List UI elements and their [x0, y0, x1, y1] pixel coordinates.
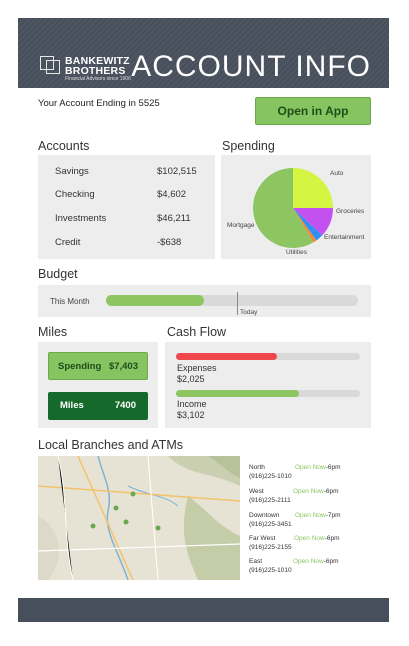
branch-name: East: [249, 558, 263, 565]
account-value-credit: -$638: [157, 237, 182, 248]
closing-time: -7pm: [325, 512, 341, 519]
branch-downtown-hours: Open Now-7pm: [295, 511, 341, 520]
expenses-label: Expenses: [177, 363, 217, 373]
branch-west[interactable]: West (916)225-2111: [249, 487, 291, 505]
branch-far-west-hours: Open Now-6pm: [294, 534, 340, 543]
open-status: Open Now: [294, 535, 325, 542]
expenses-value: $2,025: [177, 374, 205, 384]
today-marker: [237, 292, 238, 315]
pie-slice-auto: [293, 168, 333, 208]
branch-north[interactable]: North (916)225-1010: [249, 463, 292, 481]
account-value-investments: $46,211: [157, 213, 191, 224]
budget-title: Budget: [38, 267, 78, 281]
income-bar: [176, 390, 360, 397]
closing-time: -6pm: [324, 535, 340, 542]
pie-label-utilities: Utilities: [286, 249, 307, 256]
pie-label-mortgage: Mortgage: [227, 222, 255, 229]
account-ending-text: Your Account Ending in 5525: [38, 98, 160, 109]
account-value-savings: $102,515: [157, 166, 197, 177]
page-title: ACCOUNT INFO: [131, 50, 371, 83]
budget-progress-fill: [106, 295, 205, 306]
open-status: Open Now: [295, 512, 326, 519]
branch-east-hours: Open Now-6pm: [293, 557, 339, 566]
cashflow-title: Cash Flow: [167, 325, 227, 339]
spending-title: Spending: [222, 139, 275, 153]
account-value-checking: $4,602: [157, 189, 187, 200]
bank-logo-icon: [40, 56, 62, 74]
pie-label-groceries: Groceries: [336, 208, 365, 215]
spending-rewards-button[interactable]: Spending $7,403: [48, 352, 148, 380]
branch-name: West: [249, 488, 264, 495]
accounts-title: Accounts: [38, 139, 90, 153]
today-label: Today: [240, 309, 258, 316]
branch-name: Far West: [249, 535, 276, 542]
footer-bar: [18, 598, 389, 622]
account-name-investments[interactable]: Investments: [55, 213, 106, 224]
branch-downtown[interactable]: Downtown (916)225-3451: [249, 511, 292, 529]
branch-west-hours: Open Now-6pm: [293, 487, 339, 496]
closing-time: -6pm: [325, 464, 341, 471]
branch-phone: (916)225-3451: [249, 521, 292, 528]
expenses-bar-fill: [176, 353, 278, 360]
income-bar-fill: [176, 390, 300, 397]
miles-balance-value: 7400: [114, 400, 136, 411]
closing-time: -6pm: [323, 558, 339, 565]
closing-time: -6pm: [323, 488, 339, 495]
open-in-app-button[interactable]: Open in App: [255, 97, 371, 125]
branch-name: North: [249, 464, 265, 471]
open-status: Open Now: [293, 558, 324, 565]
spending-pie-chart: [253, 168, 333, 248]
branch-east[interactable]: East (916)225-1010: [249, 557, 292, 575]
open-status: Open Now: [293, 488, 324, 495]
branch-phone: (916)225-1010: [249, 473, 292, 480]
branch-name: Downtown: [249, 512, 280, 519]
account-name-credit[interactable]: Credit: [55, 237, 80, 248]
branch-phone: (916)225-2155: [249, 544, 292, 551]
branch-phone: (916)225-1010: [249, 567, 292, 574]
miles-balance-button[interactable]: Miles 7400: [48, 392, 148, 420]
account-name-checking[interactable]: Checking: [55, 189, 95, 200]
branch-far-west[interactable]: Far West (916)225-2155: [249, 534, 292, 552]
spending-rewards-value: $7,403: [108, 361, 138, 372]
pie-label-auto: Auto: [330, 170, 344, 177]
branches-title: Local Branches and ATMs: [38, 438, 183, 452]
income-label: Income: [177, 399, 207, 409]
expenses-bar: [176, 353, 360, 360]
income-value: $3,102: [177, 410, 205, 420]
header-banner: BANKEWITZ BROTHERS Financial Advisors si…: [18, 18, 389, 88]
miles-title: Miles: [38, 325, 68, 339]
miles-balance-label: Miles: [60, 400, 84, 411]
spending-rewards-label: Spending: [58, 361, 102, 372]
pie-label-entertainment: Entertainment: [324, 234, 365, 241]
branch-phone: (916)225-2111: [249, 497, 291, 504]
budget-period-label: This Month: [50, 297, 90, 306]
account-name-savings[interactable]: Savings: [55, 166, 89, 177]
branch-north-hours: Open Now-6pm: [295, 463, 341, 472]
budget-progress-bar: [106, 295, 358, 306]
open-status: Open Now: [295, 464, 326, 471]
branch-map[interactable]: [38, 456, 240, 580]
brand-tagline: Financial Advisors since 1906: [65, 76, 131, 82]
